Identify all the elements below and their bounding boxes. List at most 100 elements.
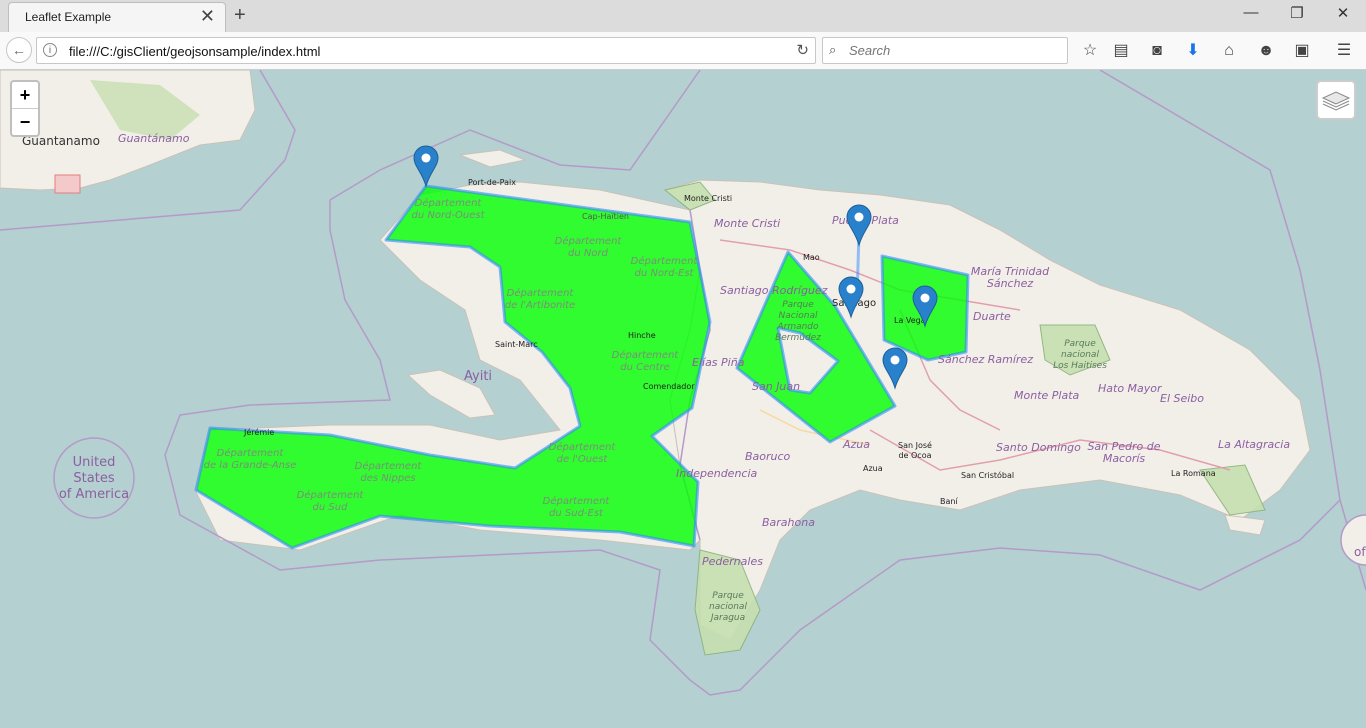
label-dept-sud-est-1: Département [543, 495, 611, 507]
label-dept-grande-anse-2: de la Grande-Anse [204, 460, 297, 471]
label-dept-sud-2: du Sud [313, 502, 349, 513]
label-la-altagracia: La Altagracia [1218, 438, 1290, 451]
back-arrow-icon: ← [12, 42, 26, 58]
label-parque-haitises-3: Los Haitises [1053, 361, 1107, 371]
new-tab-button[interactable]: + [234, 4, 246, 26]
label-parque-armando-4: Bermúdez [775, 333, 821, 343]
tortuga-island [459, 149, 527, 168]
label-monte-cristi-town: Monte Cristi [684, 194, 732, 203]
label-la-vega: La Vega [894, 316, 926, 325]
label-duarte: Duarte [973, 310, 1011, 323]
label-saint-marc: Saint-Marc [495, 340, 538, 349]
label-parque-jaragua-1: Parque [712, 591, 744, 601]
label-guantanamo-region: Guantánamo [118, 132, 190, 145]
label-monte-plata: Monte Plata [1014, 389, 1080, 402]
search-icon: ⌕ [829, 42, 837, 57]
label-dept-sud-1: Département [297, 489, 365, 501]
search-box[interactable]: ⌕ [822, 37, 1068, 64]
hamburger-menu-icon[interactable]: ☰ [1334, 41, 1354, 61]
label-ayiti: Ayiti [464, 369, 492, 384]
bookmark-star-icon[interactable]: ☆ [1080, 41, 1100, 61]
leaflet-map[interactable]: Guantanamo Guantánamo United States of A… [0, 70, 1366, 728]
download-icon[interactable]: ⬇ [1183, 41, 1203, 61]
url-text[interactable]: file:///C:/gisClient/geojsonsample/index… [69, 44, 320, 59]
label-azua-region: Azua [842, 438, 870, 451]
tab-close-icon[interactable]: ✕ [200, 7, 215, 25]
back-button[interactable]: ← [6, 37, 32, 63]
label-us-line3: of America [59, 487, 129, 502]
label-dept-grande-anse-1: Département [217, 447, 285, 459]
label-santiago-rodriguez: Santiago Rodríguez [720, 284, 828, 297]
label-dept-centre-2: du Centre [620, 362, 670, 373]
label-hinche: Hinche [628, 331, 656, 340]
label-dept-centre-1: Département [612, 349, 680, 361]
label-parque-jaragua-2: nacional [709, 602, 747, 612]
browser-window: Leaflet Example ✕ + — ❐ ✕ ← i file:///C:… [0, 0, 1366, 728]
tab-title: Leaflet Example [25, 10, 112, 24]
label-el-seibo: El Seibo [1160, 392, 1204, 405]
close-window-button[interactable]: ✕ [1328, 4, 1358, 22]
label-baoruco: Baoruco [745, 450, 791, 463]
label-dept-nord-est-1: Département [631, 255, 699, 267]
label-sanchez-ramirez: Sánchez Ramírez [938, 353, 1033, 366]
layers-control-button[interactable] [1316, 80, 1356, 120]
layers-icon [1321, 91, 1351, 111]
label-dept-artibonite-2: de l'Artibonite [505, 300, 576, 311]
tab-leaflet-example[interactable]: Leaflet Example ✕ [8, 2, 226, 32]
label-dept-nord-1: Département [555, 235, 623, 247]
label-dept-nord-est-2: du Nord-Est [635, 268, 695, 279]
url-bar[interactable]: i file:///C:/gisClient/geojsonsample/ind… [36, 37, 816, 64]
label-independencia: Independencia [676, 467, 758, 480]
label-parque-haitises-2: nacional [1061, 350, 1099, 360]
pocket-icon[interactable]: ◙ [1147, 41, 1167, 61]
label-san-cristobal: San Cristóbal [961, 470, 1014, 480]
label-dept-nord-ouest-2: du Nord-Ouest [411, 210, 485, 221]
label-comendador: Comendador [643, 382, 695, 391]
extension-icon[interactable]: ▣ [1292, 41, 1312, 61]
zoom-control: + − [10, 80, 40, 137]
home-icon[interactable]: ⌂ [1219, 41, 1239, 61]
minimize-button[interactable]: — [1236, 4, 1266, 21]
zoom-out-button[interactable]: − [12, 109, 38, 135]
saona-island [1224, 514, 1266, 536]
label-parque-armando-2: Nacional [779, 311, 818, 321]
info-icon[interactable]: i [43, 43, 57, 57]
marker-port-de-paix[interactable] [413, 145, 439, 188]
reload-icon[interactable]: ↻ [796, 41, 809, 59]
zoom-in-button[interactable]: + [12, 82, 38, 109]
label-la-romana: La Romana [1171, 469, 1216, 478]
label-bani: Baní [940, 497, 958, 506]
label-dept-artibonite-1: Département [507, 287, 575, 299]
search-input[interactable] [847, 42, 1061, 59]
label-dept-ouest-2: de l'Ouest [557, 454, 609, 465]
label-parque-jaragua-3: Jaragua [709, 613, 745, 623]
smiley-icon[interactable]: ☻ [1256, 41, 1276, 61]
reading-list-icon[interactable]: ▤ [1111, 41, 1131, 61]
label-san-jose-2: de Ocoa [898, 451, 931, 460]
label-jeremie: Jérémie [243, 427, 274, 437]
restore-button[interactable]: ❐ [1282, 4, 1312, 22]
label-dept-nord-ouest-1: Département [415, 197, 483, 209]
label-elias-pina: Elías Piña [692, 356, 745, 369]
label-maria-trinidad-2: Sánchez [987, 277, 1033, 290]
label-parque-armando-3: Armando [776, 322, 819, 332]
label-parque-armando-1: Parque [782, 300, 814, 310]
label-parque-haitises-1: Parque [1064, 339, 1096, 349]
map-canvas: Guantanamo Guantánamo United States of A… [0, 70, 1366, 696]
label-dept-nord-2: du Nord [568, 248, 609, 259]
label-mao: Mao [803, 253, 820, 262]
label-hato-mayor: Hato Mayor [1098, 382, 1163, 395]
label-dept-nippes-1: Département [355, 460, 423, 472]
label-us-line1: United [73, 455, 116, 470]
label-azua-town: Azua [863, 464, 883, 473]
label-dept-nippes-2: des Nippes [360, 473, 415, 484]
label-port-de-paix: Port-de-Paix [468, 178, 516, 187]
label-santo-domingo: Santo Domingo [996, 441, 1081, 454]
label-us-line2: States [73, 471, 114, 486]
label-barahona: Barahona [762, 516, 815, 529]
dr-landmass [663, 179, 1311, 641]
label-dept-ouest-1: Département [549, 441, 617, 453]
label-san-jose-1: San José [898, 440, 932, 450]
nav-toolbar: ← i file:///C:/gisClient/geojsonsample/i… [0, 32, 1366, 70]
label-cap-haitien: Cap-Haïtien [582, 212, 629, 221]
